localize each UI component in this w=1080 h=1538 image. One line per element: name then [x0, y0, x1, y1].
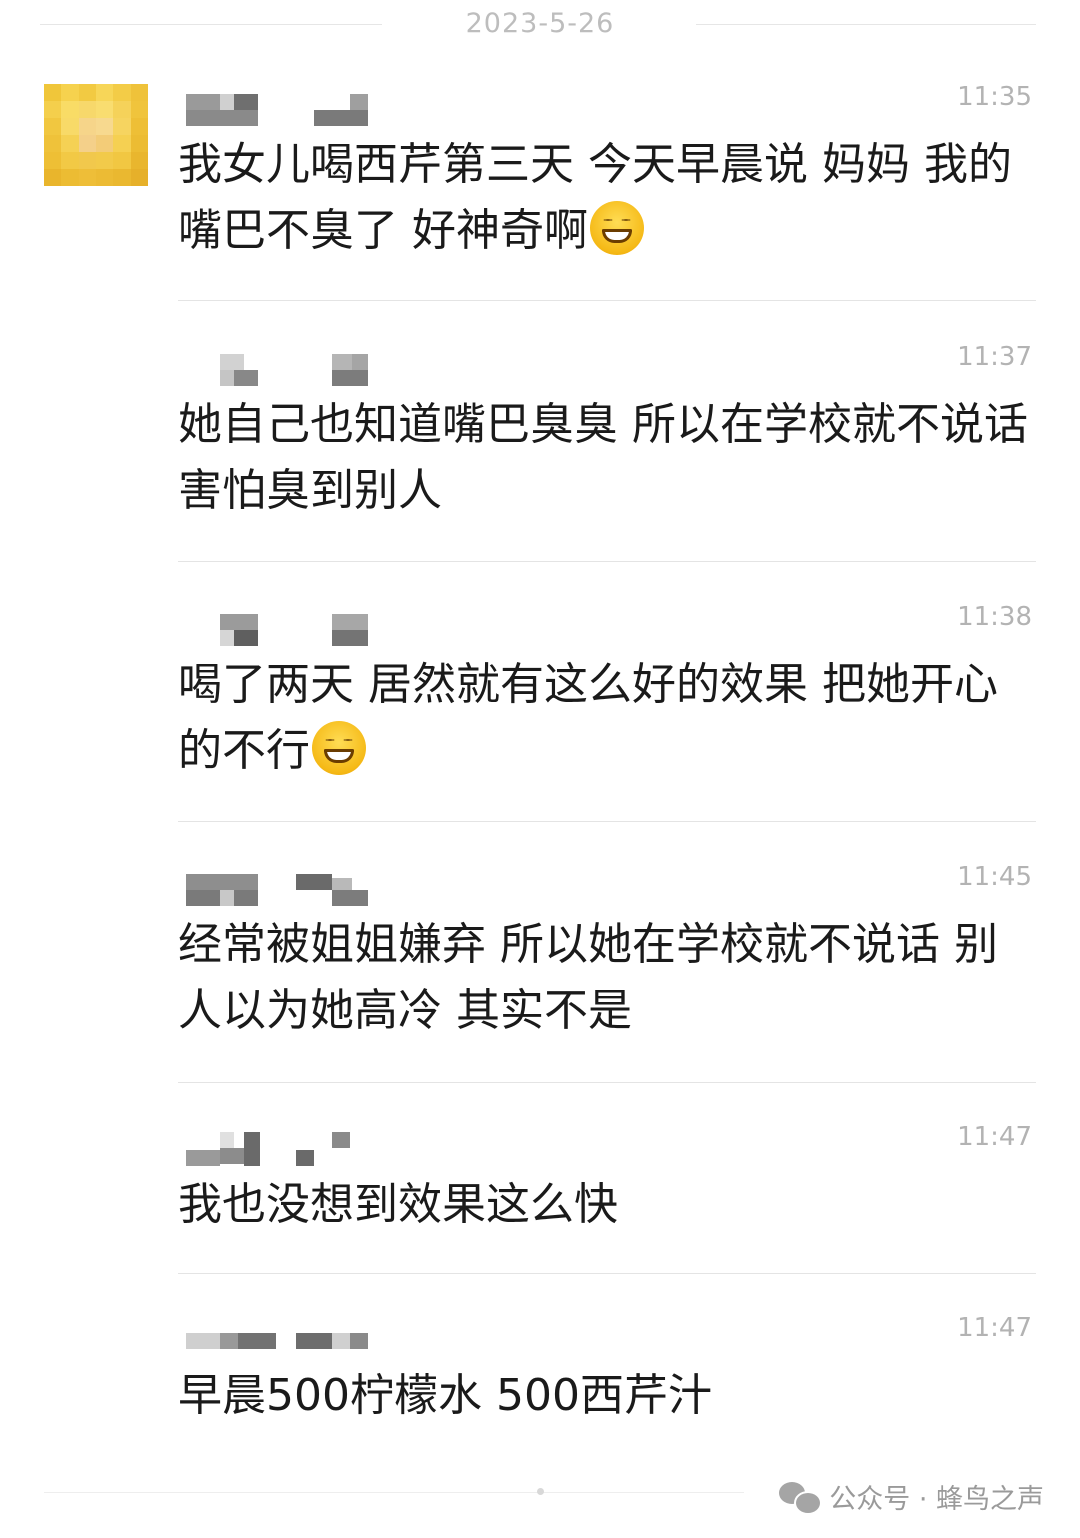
date-divider: 2023-5-26 [0, 0, 1080, 50]
message-text[interactable]: 喝了两天 居然就有这么好的效果 把她开心的不行 [178, 652, 1028, 784]
message-text-content: 喝了两天 居然就有这么好的效果 把她开心的不行 [178, 659, 998, 776]
watermark-text: 公众号 · 蜂鸟之声 [829, 1483, 1044, 1515]
grinning-face-emoji-icon [590, 201, 644, 255]
sender-name-redacted [178, 1122, 378, 1166]
message-divider [178, 821, 1036, 822]
sender-name-redacted [178, 602, 378, 646]
date-divider-line-right [696, 24, 1036, 25]
message-divider [178, 1273, 1036, 1274]
sender-name-redacted [178, 82, 378, 126]
message-text[interactable]: 早晨500柠檬水 500西芹汁 [178, 1363, 1028, 1429]
message-divider [178, 1082, 1036, 1083]
chat-message: 11:37 她自己也知道嘴巴臭臭 所以在学校就不说话 害怕臭到别人 [178, 342, 1036, 542]
message-time: 11:45 [957, 862, 1032, 892]
message-divider [178, 300, 1036, 301]
sender-name-redacted [178, 862, 378, 906]
message-text[interactable]: 经常被姐姐嫌弃 所以她在学校就不说话 别人以为她高冷 其实不是 [178, 912, 1028, 1044]
avatar[interactable] [44, 84, 148, 186]
message-text[interactable]: 我也没想到效果这么快 [178, 1172, 1028, 1238]
chat-message: 11:35 我女儿喝西芹第三天 今天早晨说 妈妈 我的嘴巴不臭了 好神奇啊 [178, 82, 1036, 282]
scroll-indicator-dot [537, 1488, 544, 1495]
chat-message: 11:47 早晨500柠檬水 500西芹汁 [178, 1313, 1036, 1443]
message-time: 11:38 [957, 602, 1032, 632]
chat-message: 11:45 经常被姐姐嫌弃 所以她在学校就不说话 别人以为她高冷 其实不是 [178, 862, 1036, 1062]
message-time: 11:37 [957, 342, 1032, 372]
message-time: 11:35 [957, 82, 1032, 112]
grinning-face-emoji-icon [312, 721, 366, 775]
chat-message: 11:47 我也没想到效果这么快 [178, 1122, 1036, 1252]
message-text[interactable]: 我女儿喝西芹第三天 今天早晨说 妈妈 我的嘴巴不臭了 好神奇啊 [178, 132, 1028, 264]
watermark: 公众号 · 蜂鸟之声 [779, 1474, 1044, 1518]
sender-name-redacted [178, 342, 378, 386]
chat-message: 11:38 喝了两天 居然就有这么好的效果 把她开心的不行 [178, 602, 1036, 802]
wechat-icon [779, 1480, 823, 1515]
message-divider [178, 561, 1036, 562]
message-time: 11:47 [957, 1313, 1032, 1343]
footer-divider [44, 1492, 744, 1493]
message-time: 11:47 [957, 1122, 1032, 1152]
message-text[interactable]: 她自己也知道嘴巴臭臭 所以在学校就不说话 害怕臭到别人 [178, 392, 1028, 524]
sender-name-redacted [178, 1313, 378, 1349]
